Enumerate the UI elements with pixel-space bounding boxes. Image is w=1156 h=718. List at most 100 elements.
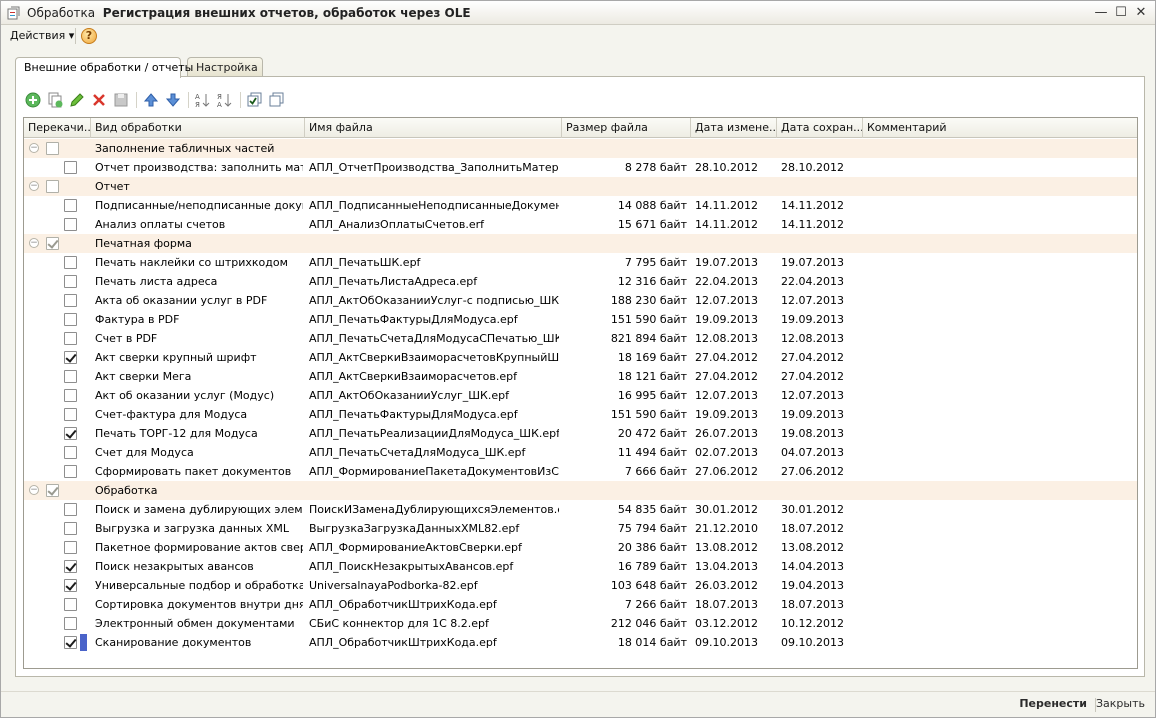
window-title: Обработка Регистрация внешних отчетов, о…	[27, 6, 471, 20]
transfer-checkbox[interactable]	[64, 275, 77, 288]
transfer-checkbox[interactable]	[64, 503, 77, 516]
column-header-file-size[interactable]: Размер файла	[562, 118, 691, 138]
minimize-icon[interactable]: —	[1093, 5, 1109, 21]
transfer-checkbox[interactable]	[64, 579, 77, 592]
maximize-icon[interactable]: ☐	[1113, 5, 1129, 21]
table-row[interactable]: Акт сверки Мега АПЛ_АктСверкиВзаиморасчет…	[24, 367, 1137, 386]
processing-name-cell: Сформировать пакет документов	[95, 465, 292, 478]
table-row[interactable]: Подписанные/неподписанные докуме... АПЛ_П…	[24, 196, 1137, 215]
sort-asc-icon[interactable]: A Я	[194, 91, 212, 109]
transfer-checkbox[interactable]	[64, 522, 77, 535]
save-icon[interactable]	[112, 91, 130, 109]
table-row[interactable]: Анализ оплаты счетов АПЛ_АнализОплатыСчет…	[24, 215, 1137, 234]
table-row[interactable]: Фактура в PDF АПЛ_ПечатьФактурыДляМодуса.…	[24, 310, 1137, 329]
table-group-row[interactable]: − Печатная форма	[24, 234, 1137, 253]
column-header-modified-date[interactable]: Дата измене...	[691, 118, 777, 138]
transfer-checkbox[interactable]	[64, 446, 77, 459]
add-icon[interactable]	[24, 91, 42, 109]
modified-date-cell: 13.04.2013	[695, 560, 758, 573]
group-checkbox[interactable]	[46, 180, 59, 193]
table-row[interactable]: Счет для Модуса АПЛ_ПечатьСчетаДляМодуса_…	[24, 443, 1137, 462]
saved-date-cell: 27.06.2012	[781, 465, 844, 478]
saved-date-cell: 09.10.2013	[781, 636, 844, 649]
table-row[interactable]: Поиск и замена дублирующих элемен... Поис…	[24, 500, 1137, 519]
transfer-checkbox[interactable]	[64, 427, 77, 440]
tab-external-processings[interactable]: Внешние обработки / отчеты	[15, 57, 193, 78]
actions-menu[interactable]: Действия ▾	[10, 29, 74, 42]
column-header-transfer[interactable]: Перекачи...	[24, 118, 91, 138]
group-checkbox[interactable]	[46, 484, 59, 497]
transfer-checkbox[interactable]	[64, 408, 77, 421]
table-row[interactable]: Сформировать пакет документов АПЛ_Формиро…	[24, 462, 1137, 481]
modified-date-cell: 21.12.2010	[695, 522, 758, 535]
table-row[interactable]: Печать листа адреса АПЛ_ПечатьЛистаАдреса…	[24, 272, 1137, 291]
table-row[interactable]: Выгрузка и загрузка данных XML ВыгрузкаЗа…	[24, 519, 1137, 538]
transfer-checkbox[interactable]	[64, 161, 77, 174]
transfer-checkbox[interactable]	[64, 389, 77, 402]
edit-icon[interactable]	[68, 91, 86, 109]
close-button[interactable]: Закрыть	[1096, 697, 1145, 710]
column-header-comment[interactable]: Комментарий	[863, 118, 1137, 138]
transfer-checkbox[interactable]	[64, 332, 77, 345]
help-icon[interactable]: ?	[81, 28, 97, 44]
table-row[interactable]: Универсальные подбор и обработка о... Uni…	[24, 576, 1137, 595]
collapse-icon[interactable]: −	[29, 485, 39, 495]
transfer-checkbox[interactable]	[64, 465, 77, 478]
saved-date-cell: 19.09.2013	[781, 408, 844, 421]
uncheck-all-icon[interactable]	[268, 91, 286, 109]
transfer-checkbox[interactable]	[64, 598, 77, 611]
table-row[interactable]: Печать ТОРГ-12 для Модуса АПЛ_ПечатьРеали…	[24, 424, 1137, 443]
collapse-icon[interactable]: −	[29, 143, 39, 153]
group-checkbox[interactable]	[46, 142, 59, 155]
column-header-saved-date[interactable]: Дата сохран...	[777, 118, 863, 138]
modified-date-cell: 12.07.2013	[695, 294, 758, 307]
transfer-checkbox[interactable]	[64, 256, 77, 269]
table-row[interactable]: Сканирование документов АПЛ_ОбработчикШтр…	[24, 633, 1137, 652]
table-row[interactable]: Электронный обмен документами СБиС коннек…	[24, 614, 1137, 633]
transfer-checkbox[interactable]	[64, 351, 77, 364]
saved-date-cell: 12.08.2013	[781, 332, 844, 345]
table-row[interactable]: Сортировка документов внутри дня АПЛ_Обра…	[24, 595, 1137, 614]
column-header-file-name[interactable]: Имя файла	[305, 118, 562, 138]
transfer-button[interactable]: Перенести	[1019, 697, 1087, 710]
transfer-checkbox[interactable]	[64, 541, 77, 554]
move-up-icon[interactable]	[142, 91, 160, 109]
table-row[interactable]: Акт об оказании услуг (Модус) АПЛ_АктОбОк…	[24, 386, 1137, 405]
close-icon[interactable]: ✕	[1133, 5, 1149, 21]
transfer-checkbox[interactable]	[64, 199, 77, 212]
copy-icon[interactable]	[46, 91, 64, 109]
table-row[interactable]: Счет в PDF АПЛ_ПечатьСчетаДляМодусаСПечат…	[24, 329, 1137, 348]
table-row[interactable]: Отчет производства: заполнить матер... АП…	[24, 158, 1137, 177]
transfer-checkbox[interactable]	[64, 294, 77, 307]
file-name-cell: АПЛ_АктСверкиВзаиморасчетов.epf	[309, 370, 517, 383]
processing-name-cell: Акт сверки крупный шрифт	[95, 351, 257, 364]
table-group-row[interactable]: − Отчет	[24, 177, 1137, 196]
collapse-icon[interactable]: −	[29, 238, 39, 248]
check-all-icon[interactable]	[246, 91, 264, 109]
transfer-checkbox[interactable]	[64, 617, 77, 630]
collapse-icon[interactable]: −	[29, 181, 39, 191]
table-row[interactable]: Печать наклейки со штрихкодом АПЛ_ПечатьШ…	[24, 253, 1137, 272]
table-row[interactable]: Пакетное формирование актов сверки АПЛ_Фо…	[24, 538, 1137, 557]
svg-text:A: A	[195, 93, 200, 101]
sort-desc-icon[interactable]: Я A	[216, 91, 234, 109]
transfer-checkbox[interactable]	[64, 560, 77, 573]
delete-icon[interactable]	[90, 91, 108, 109]
table-row[interactable]: Поиск незакрытых авансов АПЛ_ПоискНезакры…	[24, 557, 1137, 576]
table-row[interactable]: Акт сверки крупный шрифт АПЛ_АктСверкиВза…	[24, 348, 1137, 367]
svg-text:Я: Я	[217, 93, 222, 101]
transfer-checkbox[interactable]	[64, 313, 77, 326]
move-down-icon[interactable]	[164, 91, 182, 109]
table-group-row[interactable]: − Заполнение табличных частей	[24, 139, 1137, 158]
tab-settings[interactable]: Настройка	[187, 57, 263, 77]
table-group-row[interactable]: − Обработка	[24, 481, 1137, 500]
table-row[interactable]: Счет-фактура для Модуса АПЛ_ПечатьФактуры…	[24, 405, 1137, 424]
transfer-checkbox[interactable]	[64, 636, 77, 649]
column-header-processing-type[interactable]: Вид обработки	[91, 118, 305, 138]
table-row[interactable]: Акта об оказании услуг в PDF АПЛ_АктОбОка…	[24, 291, 1137, 310]
transfer-checkbox[interactable]	[64, 370, 77, 383]
group-checkbox[interactable]	[46, 237, 59, 250]
file-name-cell: АПЛ_ФормированиеПакетаДокументовИзСче...	[309, 465, 559, 478]
transfer-checkbox[interactable]	[64, 218, 77, 231]
window-title-prefix: Обработка	[27, 6, 96, 20]
